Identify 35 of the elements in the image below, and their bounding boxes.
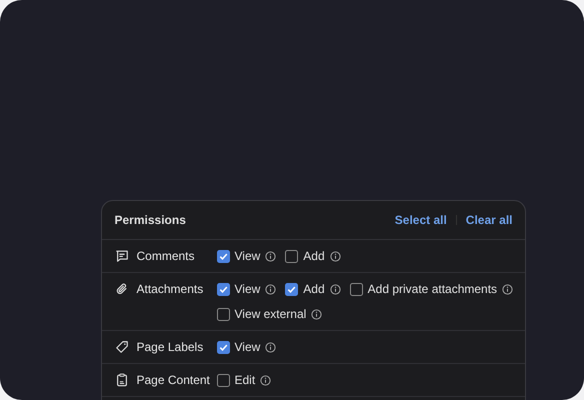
permission-name: Page Labels bbox=[136, 340, 204, 354]
checkbox[interactable] bbox=[285, 282, 298, 296]
checkbox[interactable] bbox=[216, 308, 230, 320]
paperclip-icon bbox=[114, 282, 128, 296]
checkbox[interactable] bbox=[216, 374, 230, 386]
info-icon[interactable] bbox=[330, 250, 341, 262]
panel-title: Permissions bbox=[114, 213, 186, 227]
info-icon[interactable] bbox=[265, 342, 276, 352]
comment-icon bbox=[114, 249, 128, 263]
info-icon[interactable] bbox=[265, 284, 276, 294]
tag-icon bbox=[114, 340, 128, 354]
option-label: Add bbox=[303, 282, 325, 296]
checkbox[interactable] bbox=[285, 250, 298, 262]
option-label: Edit bbox=[234, 373, 256, 387]
clipboard-icon bbox=[114, 373, 128, 387]
checkbox[interactable] bbox=[216, 340, 230, 354]
action-link[interactable]: Clear all bbox=[466, 213, 512, 227]
info-icon[interactable] bbox=[330, 284, 341, 294]
option-label: View bbox=[234, 340, 260, 354]
checkbox[interactable] bbox=[216, 282, 230, 296]
option-label: View external bbox=[234, 307, 306, 321]
action-link[interactable]: Select all bbox=[394, 213, 447, 227]
permission-name: Attachments bbox=[136, 282, 204, 296]
info-icon[interactable] bbox=[311, 308, 322, 320]
option-label: Add bbox=[303, 249, 325, 263]
checkbox[interactable] bbox=[350, 282, 363, 296]
option-label: View bbox=[234, 249, 260, 263]
permission-name: Comments bbox=[136, 249, 195, 263]
info-icon[interactable] bbox=[265, 250, 276, 262]
info-icon[interactable] bbox=[502, 284, 514, 294]
permission-name: Page Content bbox=[136, 373, 210, 387]
info-icon[interactable] bbox=[260, 374, 272, 386]
checkbox[interactable] bbox=[216, 250, 230, 262]
option-label: Add private attachments bbox=[368, 282, 498, 296]
option-label: View bbox=[234, 282, 260, 296]
